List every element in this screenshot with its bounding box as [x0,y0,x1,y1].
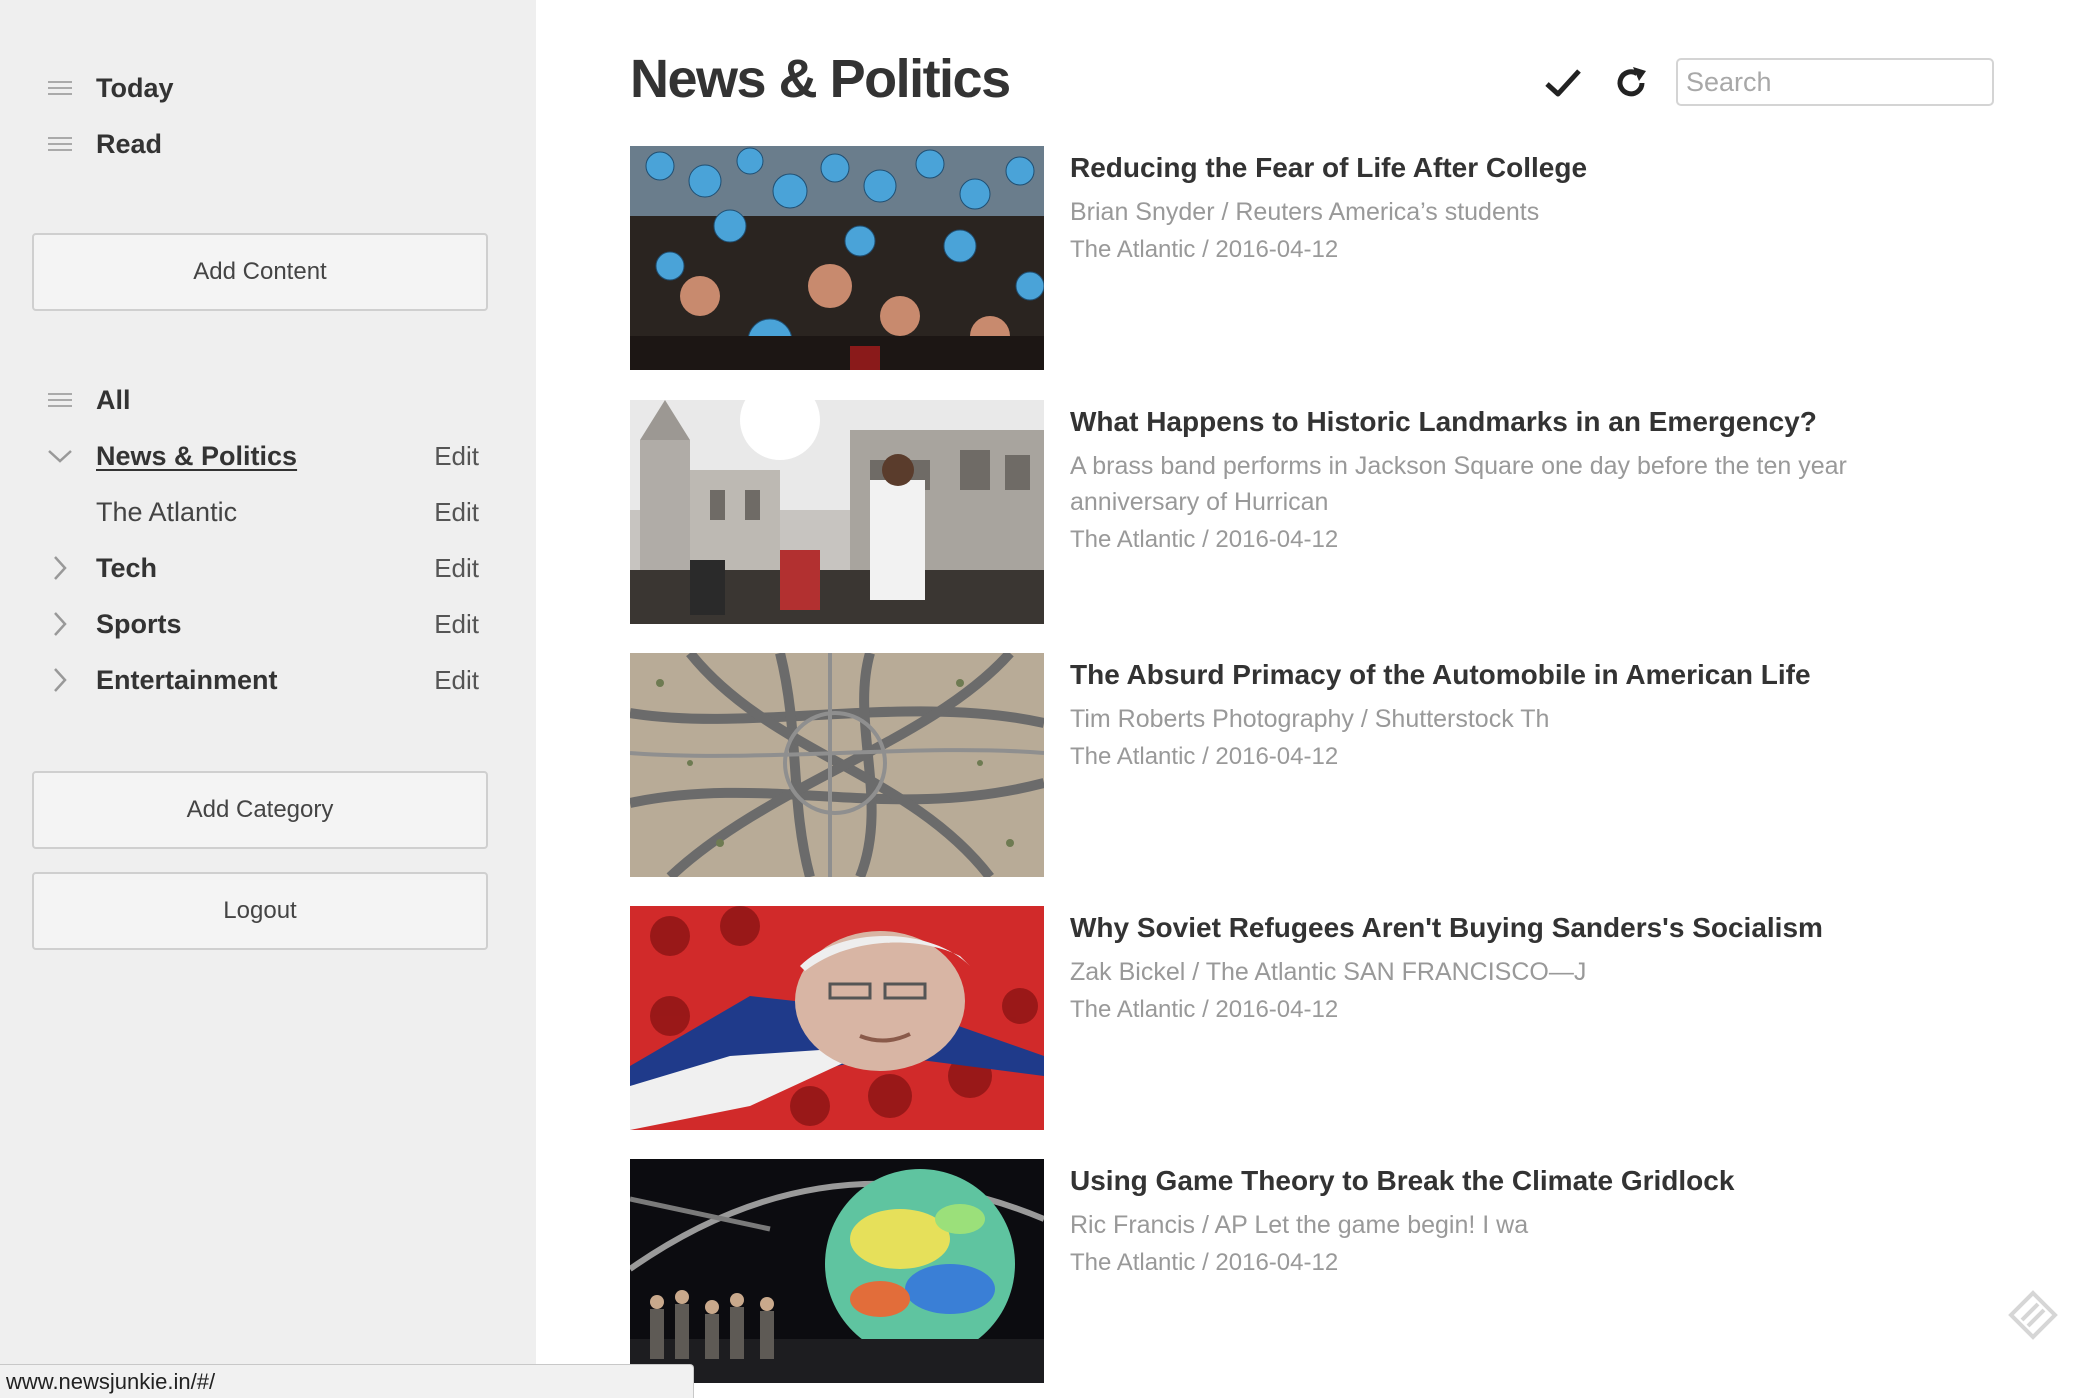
article-thumbnail[interactable] [630,1159,1044,1383]
article-title[interactable]: Why Soviet Refugees Aren't Buying Sander… [1070,910,1990,946]
app-window: Today Read Add Content All News & Politi… [0,0,2082,1398]
sidebar-item-entertainment[interactable]: Entertainment Edit [0,658,536,702]
article-summary: A brass band performs in Jackson Square … [1070,452,1847,516]
article-meta: The Atlantic / 2016-04-12 [1070,1249,1339,1276]
chevron-right-icon[interactable] [44,664,76,696]
sidebar-item-news-politics[interactable]: News & Politics Edit [0,434,536,478]
sidebar-item-all[interactable]: All [0,378,536,422]
sidebar-item-label: Read [96,128,163,159]
main-content: News & Politics Search Reducing the Fear… [536,0,2082,1398]
sidebar-item-today[interactable]: Today [0,66,536,110]
feedback-icon[interactable] [2008,1290,2058,1340]
article-title[interactable]: What Happens to Historic Landmarks in an… [1070,404,1990,440]
article-thumbnail[interactable] [630,653,1044,877]
edit-link[interactable]: Edit [434,553,479,584]
article-item[interactable]: Reducing the Fear of Life After College … [630,146,2030,370]
sidebar-item-label[interactable]: News & Politics [96,441,297,472]
sidebar: Today Read Add Content All News & Politi… [0,0,536,1398]
article-summary: Ric Francis / AP Let the game begin! I w… [1070,1211,1529,1239]
article-item[interactable]: Using Game Theory to Break the Climate G… [630,1159,2030,1383]
add-category-button[interactable]: Add Category [32,771,488,849]
sidebar-item-label: Entertainment [96,664,278,695]
sidebar-item-tech[interactable]: Tech Edit [0,546,536,590]
sidebar-item-the-atlantic[interactable]: The Atlantic Edit [0,490,536,534]
menu-icon [44,384,76,416]
article-summary: Zak Bickel / The Atlantic SAN FRANCISCO—… [1070,958,1587,986]
refresh-icon[interactable] [1608,60,1654,106]
edit-link[interactable]: Edit [434,441,479,472]
sidebar-item-label: Today [96,72,174,103]
article-title[interactable]: Using Game Theory to Break the Climate G… [1070,1163,1990,1199]
sidebar-item-label: All [96,384,131,415]
checkmark-icon[interactable] [1540,60,1586,106]
search-input[interactable] [1676,58,1994,106]
edit-link[interactable]: Edit [434,665,479,696]
article-thumbnail[interactable] [630,400,1044,624]
chevron-right-icon[interactable] [44,552,76,584]
sidebar-item-label: Tech [96,552,158,583]
sidebar-item-label: The Atlantic [96,496,238,527]
article-title[interactable]: The Absurd Primacy of the Automobile in … [1070,657,1990,693]
article-meta: The Atlantic / 2016-04-12 [1070,236,1339,263]
article-summary: Brian Snyder / Reuters America’s student… [1070,198,1540,226]
article-item[interactable]: Why Soviet Refugees Aren't Buying Sander… [630,906,2030,1130]
article-item[interactable]: The Absurd Primacy of the Automobile in … [630,653,2030,877]
edit-link[interactable]: Edit [434,497,479,528]
logout-button[interactable]: Logout [32,872,488,950]
status-bar-url: www.newsjunkie.in/#/ [0,1364,694,1398]
sidebar-item-read[interactable]: Read [0,122,536,166]
article-meta: The Atlantic / 2016-04-12 [1070,743,1339,770]
article-thumbnail[interactable] [630,146,1044,370]
add-content-button[interactable]: Add Content [32,233,488,311]
article-item[interactable]: What Happens to Historic Landmarks in an… [630,400,2030,624]
article-thumbnail[interactable] [630,906,1044,1130]
article-title[interactable]: Reducing the Fear of Life After College [1070,150,1990,186]
sidebar-item-label: Sports [96,608,182,639]
article-meta: The Atlantic / 2016-04-12 [1070,996,1339,1023]
article-summary: Tim Roberts Photography / Shutterstock T… [1070,705,1550,733]
page-title: News & Politics [630,49,1011,109]
menu-icon [44,128,76,160]
edit-link[interactable]: Edit [434,609,479,640]
article-meta: The Atlantic / 2016-04-12 [1070,526,1339,553]
chevron-right-icon[interactable] [44,608,76,640]
chevron-down-icon[interactable] [44,440,76,472]
sidebar-item-sports[interactable]: Sports Edit [0,602,536,646]
menu-icon [44,72,76,104]
